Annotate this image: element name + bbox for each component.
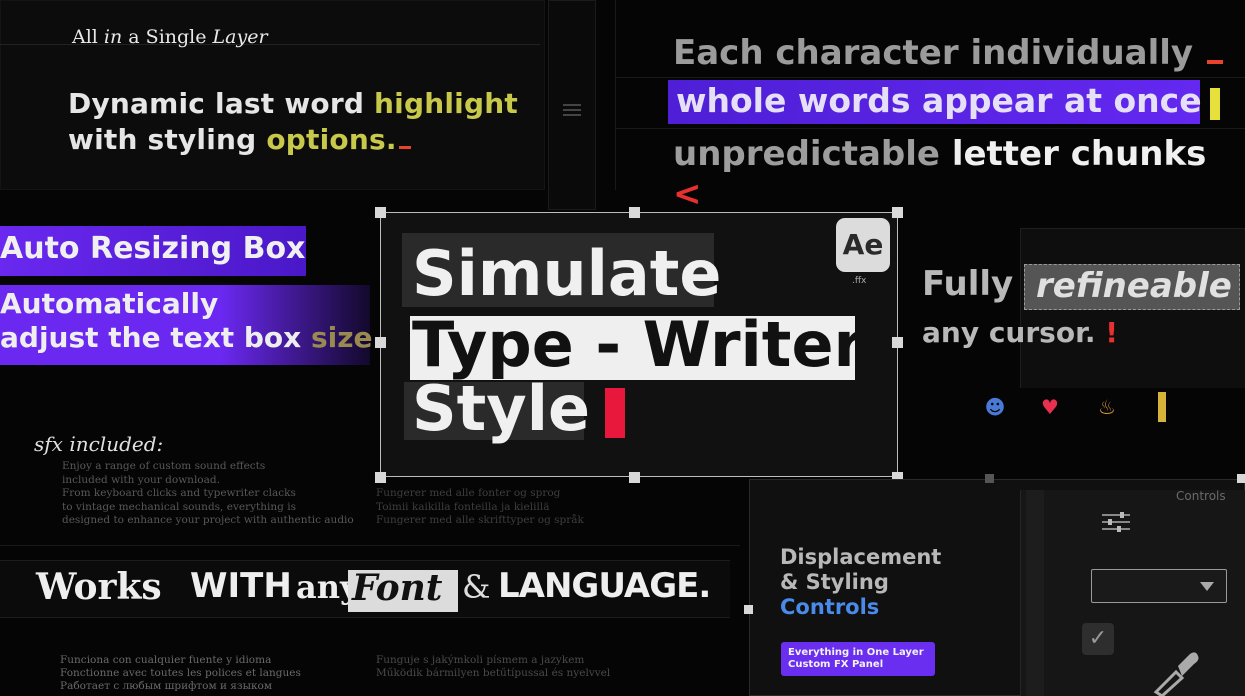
yellow-cursor: [1210, 88, 1220, 120]
title-line3: Style: [412, 372, 591, 445]
eyedropper-icon[interactable]: [1148, 646, 1200, 696]
resize-handle[interactable]: [892, 207, 903, 218]
unpredictable-line: unpredictable letter chunks <: [673, 134, 1207, 214]
title-line2: Type - Writer: [412, 308, 865, 381]
with-word: WITH: [190, 566, 292, 606]
controls-label: Controls: [1176, 489, 1226, 503]
resize-handle[interactable]: [629, 472, 640, 483]
whole-words-line: whole words appear at once: [676, 81, 1202, 120]
style-dropdown[interactable]: [1091, 569, 1227, 603]
chevron-down-icon: [1200, 582, 1214, 591]
divider: [0, 545, 740, 546]
language-lines-mid: Fungerer med alle fonter og sprog Toimii…: [376, 487, 584, 526]
resize-handle[interactable]: [375, 337, 386, 348]
resize-handle[interactable]: [985, 474, 994, 483]
auto-adjust-text: Automatically adjust the text box size: [0, 287, 373, 354]
language-word: LANGUAGE.: [498, 566, 711, 606]
yellow-bar-cursor: [1158, 392, 1166, 422]
resize-handle[interactable]: [744, 605, 753, 614]
resize-handle[interactable]: [375, 207, 386, 218]
ae-logo: Ae: [836, 218, 890, 272]
resize-handle[interactable]: [375, 472, 386, 483]
poop-icon: ♨: [1098, 395, 1116, 419]
language-lines-bottom: Funguje s jakýmkoli písmem a jazykem Műk…: [376, 654, 611, 679]
resize-handle[interactable]: [892, 337, 903, 348]
red-cursor: [605, 388, 625, 438]
checkbox[interactable]: ✓: [1082, 623, 1114, 655]
title-line1: Simulate: [412, 237, 722, 310]
any-cursor-line: any cursor. !: [922, 316, 1119, 349]
auto-resizing-label: Auto Resizing Box: [0, 231, 306, 266]
divider: [615, 77, 1245, 78]
heart-icon: ♥: [1041, 395, 1059, 419]
cursor-mark: [1206, 60, 1223, 64]
divider: [615, 128, 1245, 129]
sfx-title: sfx included:: [34, 432, 164, 456]
ffx-label: .ffx: [852, 276, 867, 286]
ampersand: &: [462, 568, 491, 606]
one-layer-badge: Everything in One Layer Custom FX Panel: [781, 642, 935, 676]
dynamic-highlight-text: Dynamic last word highlight with styling…: [68, 87, 518, 156]
sliders-icon[interactable]: [1100, 510, 1132, 534]
controls-scrollbar[interactable]: [1026, 490, 1044, 696]
displacement-title: Displacement & Styling Controls: [780, 545, 942, 619]
resize-handle[interactable]: [1237, 474, 1245, 483]
single-layer-caption: All in a Single Layer: [72, 26, 268, 48]
menu-icon[interactable]: [563, 104, 581, 118]
language-lines-left: Funciona con cualquier fuente y idioma F…: [60, 654, 301, 692]
sfx-description: Enjoy a range of custom sound effects in…: [62, 460, 354, 526]
fully-label: Fully: [922, 264, 1014, 304]
refineable-label: refineable: [1036, 266, 1232, 306]
font-word: Font: [352, 567, 443, 609]
cursor-mark: [398, 146, 411, 149]
divider: [615, 0, 616, 190]
smiley-icon: ☻: [984, 395, 1006, 419]
works-word: Works: [36, 566, 162, 608]
each-character-line: Each character individually: [673, 33, 1223, 73]
resize-handle[interactable]: [629, 207, 640, 218]
